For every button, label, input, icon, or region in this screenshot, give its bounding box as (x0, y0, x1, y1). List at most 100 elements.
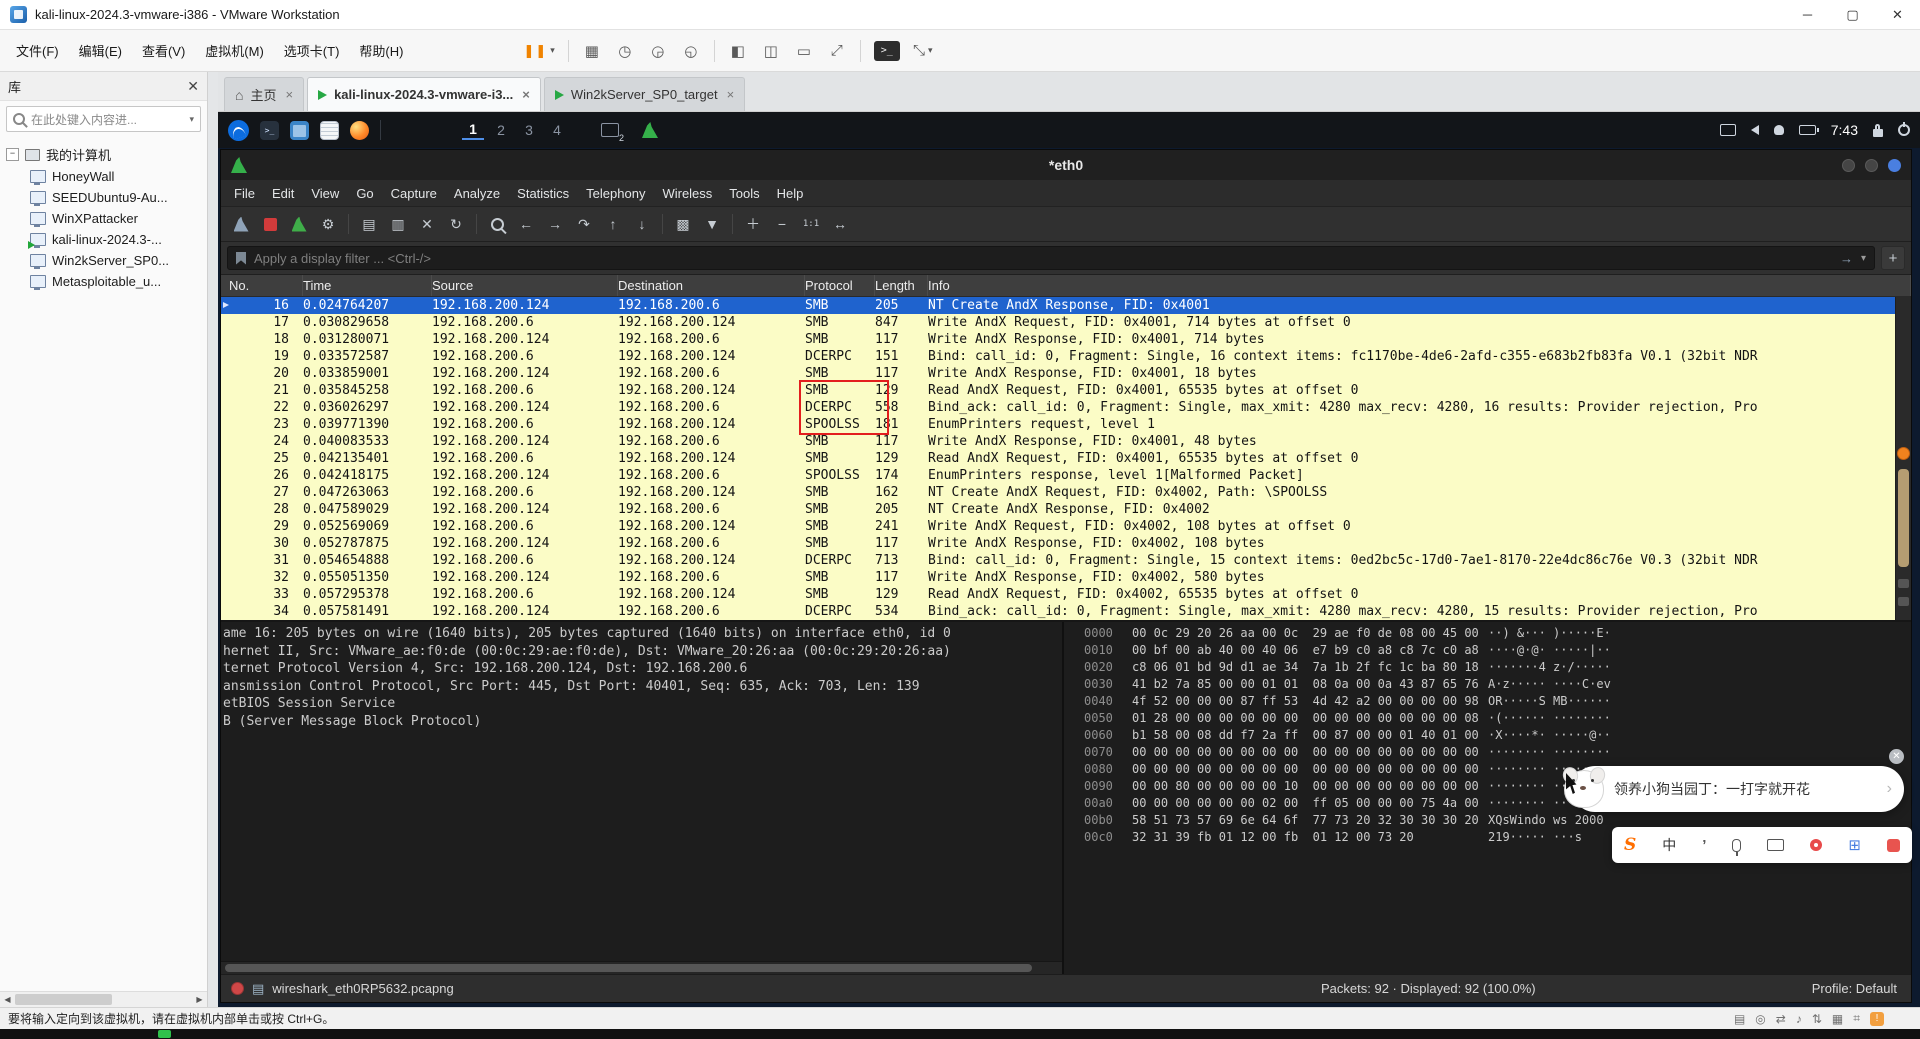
detail-line[interactable]: etBIOS Session Service (223, 695, 1062, 713)
colorize-button[interactable]: ▩ (671, 212, 695, 236)
bookmark-icon[interactable] (236, 251, 246, 265)
maximize-button[interactable]: ▢ (1830, 0, 1875, 29)
start-capture-button[interactable] (229, 212, 253, 236)
library-search-input[interactable]: 在此处键入内容进... ▾ (6, 106, 201, 132)
firefox-launcher-icon[interactable] (350, 120, 369, 140)
workspace-button[interactable]: 3 (518, 121, 540, 139)
vm-display[interactable]: >_ 1234 2 7:43 *eth0 File Edit View Go C… (218, 112, 1920, 1007)
wireshark-menu-item[interactable]: Help (777, 186, 804, 201)
wireshark-titlebar[interactable]: *eth0 (221, 150, 1911, 180)
open-file-button[interactable]: ▤ (357, 212, 381, 236)
ctrl-alt-del-button[interactable]: ▦ (582, 39, 602, 63)
sound-device-icon[interactable]: ♪ (1796, 1012, 1802, 1026)
hex-row[interactable]: 0070 00 00 00 00 00 00 00 00 00 00 00 00 … (1084, 744, 1911, 761)
sogou-extra-icon[interactable] (1886, 838, 1900, 852)
sidebar-vm-item[interactable]: WinXPattacker (4, 208, 203, 229)
workspace-button[interactable]: 1 (462, 120, 484, 140)
go-last-button[interactable]: ↓ (630, 212, 654, 236)
capture-comment-icon[interactable]: ▤ (252, 981, 264, 997)
packet-row[interactable]: 30 0.052787875 192.168.200.124 192.168.200.… (221, 535, 1911, 552)
network-device-icon[interactable]: ⇄ (1776, 1012, 1786, 1026)
display-filter-input[interactable]: Apply a display filter ... <Ctrl-/> → ▾ (227, 246, 1875, 270)
column-header[interactable]: Source (432, 275, 618, 296)
usb-device-icon[interactable]: ⇅ (1812, 1012, 1822, 1026)
capture-options-button[interactable]: ⚙ (316, 212, 340, 236)
vmware-menu-item[interactable]: 帮助(H) (349, 41, 413, 60)
display-fit-button[interactable]: ⤡ ▾ (913, 39, 933, 63)
window-list-icon[interactable]: 2 (601, 123, 624, 143)
ime-close-icon[interactable]: ✕ (1889, 749, 1904, 764)
vm-tab[interactable]: Win2kServer_SP0_target × (543, 77, 746, 111)
wireshark-menu-item[interactable]: Wireless (662, 186, 712, 201)
add-filter-button[interactable]: + (1881, 246, 1905, 270)
library-hscrollbar[interactable]: ◀ ▶ (0, 991, 207, 1007)
window-minimize-icon[interactable] (1842, 158, 1855, 172)
go-forward-button[interactable]: → (543, 212, 567, 236)
zoom-reset-button[interactable]: 1:1 (799, 212, 823, 236)
hex-row[interactable]: 0010 00 bf 00 ab 40 00 40 06 e7 b9 c0 a8 … (1084, 642, 1911, 659)
kali-logo-icon[interactable] (228, 119, 249, 141)
expert-info-icon[interactable] (231, 982, 244, 995)
vmware-menu-item[interactable]: 虚拟机(M) (195, 41, 274, 60)
wireshark-menu-item[interactable]: Analyze (454, 186, 500, 201)
find-packet-button[interactable] (485, 212, 509, 236)
sidebar-splitter[interactable] (208, 72, 218, 1007)
detail-line[interactable]: B (Server Message Block Protocol) (223, 713, 1062, 731)
minimize-button[interactable]: ─ (1785, 0, 1830, 29)
tab-close-icon[interactable]: × (285, 87, 293, 102)
close-file-button[interactable]: ✕ (415, 212, 439, 236)
detail-line[interactable]: ternet Protocol Version 4, Src: 192.168.… (223, 660, 1062, 678)
sidebar-vm-item[interactable]: Win2kServer_SP0... (4, 250, 203, 271)
column-header[interactable]: Protocol (805, 275, 875, 296)
workspace-button[interactable]: 2 (490, 121, 512, 139)
cdrom-device-icon[interactable]: ◎ (1755, 1012, 1765, 1026)
reload-button[interactable]: ↻ (444, 212, 468, 236)
go-to-packet-button[interactable]: ↷ (572, 212, 596, 236)
terminal-launcher-icon[interactable]: >_ (260, 120, 279, 140)
detail-line[interactable]: ame 16: 205 bytes on wire (1640 bits), 2… (223, 625, 1062, 643)
packet-row[interactable]: 25 0.042135401 192.168.200.6 192.168.200.12… (221, 450, 1911, 467)
chevron-down-icon[interactable]: ▾ (1861, 253, 1866, 264)
wireshark-menu-item[interactable]: Telephony (586, 186, 645, 201)
power-icon[interactable] (1898, 122, 1910, 136)
ime-popup-text[interactable]: 领养小狗当园丁：一打字就开花 (1614, 779, 1887, 799)
packet-row[interactable]: 21 0.035845258 192.168.200.6 192.168.200.12… (221, 382, 1911, 399)
keyboard-icon[interactable] (1767, 839, 1785, 851)
sidebar-vm-item[interactable]: HoneyWall (4, 166, 203, 187)
go-first-button[interactable]: ↑ (601, 212, 625, 236)
sidebar-vm-item[interactable]: kali-linux-2024.3-... (4, 229, 203, 250)
vm-tab[interactable]: kali-linux-2024.3-vmware-i3... × (307, 77, 541, 111)
printer-device-icon[interactable]: ▦ (1832, 1012, 1843, 1026)
packet-row[interactable]: 23 0.039771390 192.168.200.6 192.168.200.12… (221, 416, 1911, 433)
column-header[interactable]: Destination (618, 275, 805, 296)
packet-row[interactable]: 19 0.033572587 192.168.200.6 192.168.200.12… (221, 348, 1911, 365)
ime-popup[interactable]: 领养小狗当园丁：一打字就开花 › ✕ (1564, 749, 1904, 812)
zoom-in-button[interactable]: ＋ (741, 212, 765, 236)
tree-collapse-icon[interactable]: − (6, 148, 19, 161)
packet-row[interactable]: 20 0.033859001 192.168.200.124 192.168.200.… (221, 365, 1911, 382)
wireshark-menu-item[interactable]: Statistics (517, 186, 569, 201)
console-view-button[interactable]: ▭ (794, 39, 814, 63)
stop-capture-button[interactable] (258, 212, 282, 236)
snapshot-take-button[interactable]: ◷ (615, 39, 635, 63)
notifications-icon[interactable] (1773, 125, 1784, 135)
packet-row[interactable]: 26 0.042418175 192.168.200.124 192.168.200.… (221, 467, 1911, 484)
column-header[interactable]: Time (303, 275, 432, 296)
packet-row[interactable]: 31 0.054654888 192.168.200.6 192.168.200.12… (221, 552, 1911, 569)
packet-row[interactable]: 16 0.024764207 192.168.200.124 192.168.200.… (221, 297, 1911, 314)
chinese-mode-indicator[interactable]: 中 (1662, 835, 1676, 855)
taskbar-peek-icon[interactable] (158, 1030, 171, 1038)
scroll-right-icon[interactable]: ▶ (192, 995, 207, 1004)
details-hscrollbar[interactable] (221, 961, 1062, 974)
scrollbar-handle[interactable] (15, 994, 113, 1005)
vmware-menu-item[interactable]: 选项卡(T) (274, 41, 350, 60)
punctuation-icon[interactable]: ’ (1702, 837, 1706, 854)
restart-capture-button[interactable] (287, 212, 311, 236)
wireshark-tray-icon[interactable] (642, 122, 658, 138)
console-launch-button[interactable]: >_ (873, 40, 900, 61)
lock-icon[interactable] (1873, 123, 1883, 137)
packet-row[interactable]: 17 0.030829658 192.168.200.6 192.168.200.12… (221, 314, 1911, 331)
fullscreen-button[interactable]: ⤢ (827, 39, 847, 63)
editor-launcher-icon[interactable] (320, 120, 339, 140)
auto-scroll-button[interactable]: ▼ (700, 212, 724, 236)
